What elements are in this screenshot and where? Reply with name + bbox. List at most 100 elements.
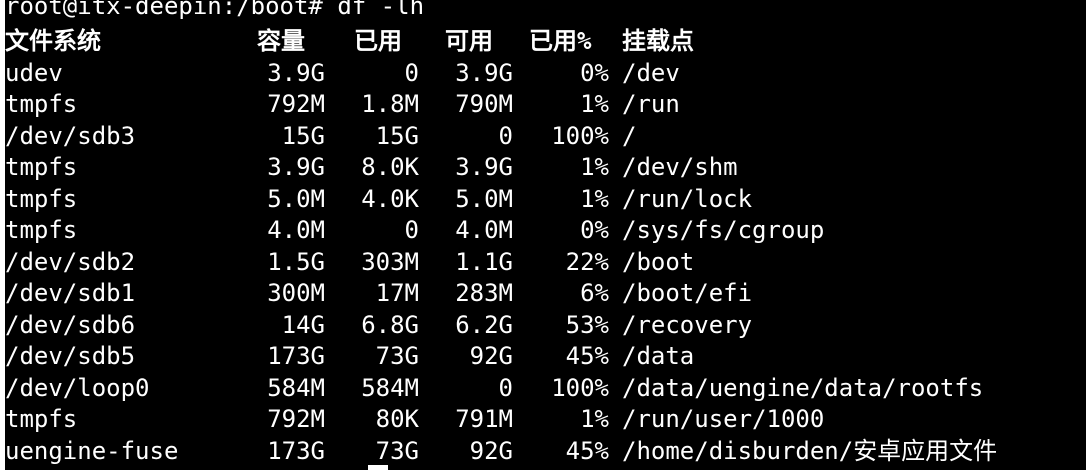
text-cursor [368, 465, 388, 470]
cell-used: 80K [375, 405, 419, 433]
cell-use-pct: 22% [565, 247, 609, 276]
cell-mounted-on: /boot/efi [622, 279, 753, 307]
header-size: 容量 [257, 27, 305, 55]
cell-use-pct: 53% [565, 310, 609, 339]
cell-avail: 92G [469, 436, 513, 465]
cell-use-pct: 0% [580, 216, 609, 244]
cell-avail: 0 [498, 121, 513, 150]
cell-used: 0 [404, 216, 419, 244]
cell-used: 1.8M [361, 90, 419, 118]
table-row: tmpfs 3.9G 8.0K 3.9G 1% /dev/shm [5, 152, 1086, 184]
cell-size: 584M [267, 373, 325, 402]
table-row: tmpfs 5.0M 4.0K 5.0M 1% /run/lock [5, 184, 1086, 216]
cell-use-pct: 1% [580, 405, 609, 433]
cell-filesystem: tmpfs [5, 184, 78, 213]
cell-avail: 791M [455, 405, 513, 433]
cell-use-pct: 45% [565, 342, 609, 370]
cell-use-pct: 1% [580, 153, 609, 181]
terminal-window[interactable]: root@itx-deepin:/boot# df -lh 文件系统 容量 已用… [5, 0, 1086, 470]
cell-use-pct: 1% [580, 90, 609, 118]
header-use-pct: 已用% [529, 27, 592, 55]
cell-use-pct: 1% [580, 184, 609, 213]
cell-mounted-on: /home/disburden/安卓应用文件 [622, 436, 998, 465]
table-row: /dev/sdb2 1.5G 303M 1.1G 22% /boot [5, 247, 1086, 279]
cell-mounted-on: /sys/fs/cgroup [622, 216, 825, 244]
cell-avail: 790M [455, 90, 513, 118]
cell-mounted-on: /recovery [622, 310, 753, 339]
df-output: 文件系统 容量 已用 可用 已用% 挂载点 udev 3.9G 0 3.9G 0… [5, 26, 1086, 467]
shell-prompt: root@itx-deepin:/boot# df -lh [5, 0, 425, 20]
cell-used: 73G [375, 342, 419, 370]
cell-filesystem: tmpfs [5, 216, 78, 244]
table-row: /dev/sdb3 15G 15G 0 100% / [5, 121, 1086, 153]
cell-mounted-on: /run/lock [622, 184, 753, 213]
cell-mounted-on: /boot [622, 247, 695, 276]
table-row: tmpfs 792M 1.8M 790M 1% /run [5, 89, 1086, 121]
cell-mounted-on: /run [622, 90, 680, 118]
cell-filesystem: udev [5, 58, 63, 87]
cell-filesystem: tmpfs [5, 90, 78, 118]
table-header: 文件系统 容量 已用 可用 已用% 挂载点 [5, 26, 1086, 58]
cell-avail: 6.2G [455, 310, 513, 339]
cell-filesystem: /dev/sdb1 [5, 279, 136, 307]
cell-use-pct: 100% [551, 373, 609, 402]
table-row: /dev/sdb6 14G 6.8G 6.2G 53% /recovery [5, 310, 1086, 342]
cell-used: 15G [375, 121, 419, 150]
cell-avail: 92G [469, 342, 513, 370]
cell-avail: 3.9G [455, 153, 513, 181]
cell-size: 14G [281, 310, 325, 339]
cell-size: 3.9G [267, 153, 325, 181]
cell-size: 15G [281, 121, 325, 150]
cell-used: 6.8G [361, 310, 419, 339]
table-row: /dev/loop0 584M 584M 0 100% /data/uengin… [5, 373, 1086, 405]
header-avail: 可用 [445, 27, 493, 55]
table-row: /dev/sdb1 300M 17M 283M 6% /boot/efi [5, 278, 1086, 310]
cell-filesystem: /dev/loop0 [5, 373, 150, 402]
header-used: 已用 [354, 27, 402, 55]
cell-use-pct: 0% [580, 58, 609, 87]
cell-avail: 283M [455, 279, 513, 307]
cell-filesystem: /dev/sdb2 [5, 247, 136, 276]
cell-use-pct: 100% [551, 121, 609, 150]
cell-use-pct: 6% [580, 279, 609, 307]
cell-mounted-on: /data/uengine/data/rootfs [622, 373, 984, 402]
cell-filesystem: /dev/sdb5 [5, 342, 136, 370]
cell-size: 173G [267, 342, 325, 370]
cell-mounted-on: /dev [622, 58, 680, 87]
cell-filesystem: /dev/sdb6 [5, 310, 136, 339]
cell-used: 73G [375, 436, 419, 465]
cell-mounted-on: /dev/shm [622, 153, 738, 181]
cell-size: 792M [267, 405, 325, 433]
table-row: tmpfs 4.0M 0 4.0M 0% /sys/fs/cgroup [5, 215, 1086, 247]
cell-size: 3.9G [267, 58, 325, 87]
cell-avail: 0 [498, 373, 513, 402]
cell-avail: 5.0M [455, 184, 513, 213]
cell-used: 303M [361, 247, 419, 276]
cell-size: 1.5G [267, 247, 325, 276]
cell-use-pct: 45% [565, 436, 609, 465]
cell-filesystem: uengine-fuse [5, 436, 179, 465]
cell-mounted-on: / [622, 121, 637, 150]
cell-size: 173G [267, 436, 325, 465]
cell-used: 4.0K [361, 184, 419, 213]
cell-avail: 3.9G [455, 58, 513, 87]
cell-size: 4.0M [267, 216, 325, 244]
cell-used: 0 [404, 58, 419, 87]
table-row: udev 3.9G 0 3.9G 0% /dev [5, 58, 1086, 90]
table-row: uengine-fuse 173G 73G 92G 45% /home/disb… [5, 436, 1086, 468]
header-mounted-on: 挂载点 [622, 27, 694, 55]
table-row: tmpfs 792M 80K 791M 1% /run/user/1000 [5, 404, 1086, 436]
cell-avail: 1.1G [455, 247, 513, 276]
cell-used: 584M [361, 373, 419, 402]
cell-filesystem: tmpfs [5, 153, 78, 181]
cell-size: 792M [267, 90, 325, 118]
cell-used: 8.0K [361, 153, 419, 181]
cell-used: 17M [375, 279, 419, 307]
cell-filesystem: /dev/sdb3 [5, 121, 136, 150]
cell-mounted-on: /data [622, 342, 695, 370]
cell-size: 300M [267, 279, 325, 307]
cell-avail: 4.0M [455, 216, 513, 244]
table-row: /dev/sdb5 173G 73G 92G 45% /data [5, 341, 1086, 373]
cell-filesystem: tmpfs [5, 405, 78, 433]
cell-mounted-on: /run/user/1000 [622, 405, 825, 433]
